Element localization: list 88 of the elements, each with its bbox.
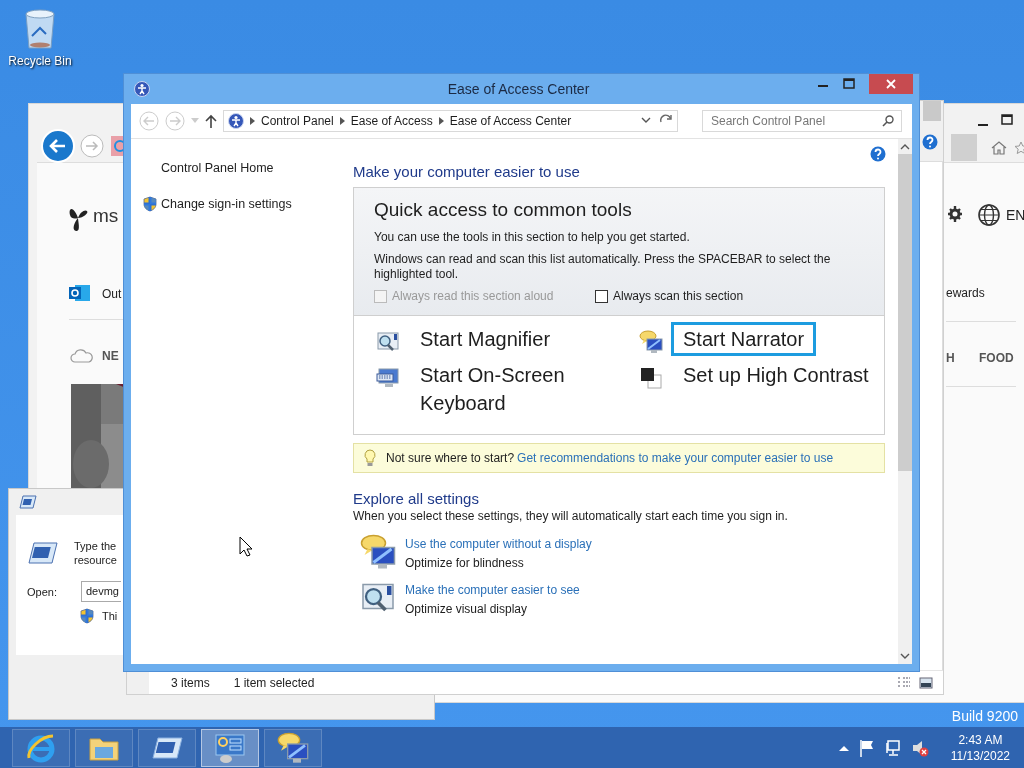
sidebar-link[interactable]: Control Panel Home	[161, 161, 274, 175]
site-logo: ms	[93, 205, 119, 227]
tool-link[interactable]: Start On-Screen Keyboard	[408, 358, 608, 420]
home-icon[interactable]	[991, 141, 1007, 155]
run-icon	[19, 495, 37, 509]
dropdown-icon[interactable]	[641, 117, 651, 125]
control-panel-icon	[214, 731, 246, 764]
shield-icon	[80, 608, 94, 624]
tool-link[interactable]: Start Magnifier	[408, 322, 563, 356]
sidebar-link[interactable]: Change sign-in settings	[161, 197, 292, 211]
tip-text: Not sure where to start?	[386, 451, 515, 465]
language-selector[interactable]: EN	[1006, 207, 1024, 223]
run-icon	[28, 542, 58, 564]
build-label: Build 9200	[951, 708, 1018, 724]
scroll-up-icon[interactable]	[900, 143, 910, 151]
globe-icon[interactable]	[978, 204, 1000, 226]
field-label: Open:	[27, 585, 57, 598]
taskbar-button[interactable]	[138, 728, 196, 767]
checkbox[interactable]	[595, 289, 608, 303]
clock[interactable]: 2:43 AM 11/13/2022	[950, 731, 1010, 764]
settings-link[interactable]: Make the computer easier to see	[405, 583, 580, 597]
body-text: When you select these settings, they will automatically start each time you sign in.	[353, 509, 789, 524]
settings-link[interactable]: Use the computer without a display	[405, 537, 592, 551]
setting-description: Optimize for blindness	[405, 556, 525, 570]
taskbar-button[interactable]	[12, 728, 70, 767]
news-tab[interactable]: NE	[102, 349, 119, 363]
chevron-icon	[438, 117, 444, 125]
status-text: 3 items	[171, 675, 210, 690]
speaker-muted-icon[interactable]	[910, 738, 929, 757]
run-icon	[151, 735, 183, 760]
caret-up-icon[interactable]	[838, 744, 849, 751]
narrator-icon	[639, 330, 663, 354]
help-icon[interactable]	[870, 146, 886, 162]
close-button[interactable]	[869, 74, 913, 94]
category-tab[interactable]: H	[946, 351, 955, 365]
network-icon[interactable]	[884, 738, 901, 757]
category-tab[interactable]: FOOD	[979, 351, 1014, 365]
back-button[interactable]	[41, 129, 75, 163]
keyboard-icon	[376, 366, 400, 390]
large-icons-view-icon[interactable]	[919, 675, 933, 690]
lightbulb-icon	[364, 449, 376, 467]
high-contrast-icon	[639, 366, 663, 390]
recycle-bin-icon[interactable]	[22, 6, 58, 50]
tool-link[interactable]: Set up High Contrast	[671, 358, 881, 392]
breadcrumb-item[interactable]: Ease of Access	[350, 114, 433, 128]
chevron-icon	[339, 117, 345, 125]
settings-icon[interactable]	[948, 206, 962, 222]
page-heading: Make your computer easier to use	[353, 162, 581, 182]
prompt-text: Type the resource	[74, 539, 117, 567]
taskbar-button[interactable]	[75, 728, 133, 767]
breadcrumb-item[interactable]: Control Panel	[261, 114, 334, 128]
star-icon[interactable]	[1014, 141, 1024, 155]
search-field[interactable]: Search Control Panel	[702, 110, 902, 132]
note-text: Thi	[102, 610, 118, 622]
section-title: Quick access to common tools	[374, 198, 633, 222]
flag-icon[interactable]	[858, 738, 875, 757]
cursor-icon	[239, 536, 252, 557]
body-text: Windows can read and scan this list automatically. Press the SPACEBAR to select the highlighted tool.	[374, 252, 832, 282]
app-icon	[134, 81, 150, 97]
open-field[interactable]: devmg	[80, 581, 121, 602]
chevron-icon	[250, 117, 255, 125]
help-icon[interactable]	[922, 134, 938, 150]
mail-app-icon	[69, 283, 91, 303]
nav-link[interactable]: ewards	[946, 286, 985, 300]
taskbar-button[interactable]	[201, 728, 259, 767]
control-panel-icon	[228, 113, 244, 129]
status-text: 1 item selected	[233, 675, 315, 690]
section-title: Explore all settings	[353, 489, 480, 509]
body-text: You can use the tools in this section to help you get started.	[374, 230, 691, 245]
narrator-icon	[360, 534, 396, 570]
shield-icon	[143, 196, 157, 212]
scrollbar-thumb[interactable]	[898, 154, 912, 471]
up-arrow-icon[interactable]	[205, 114, 217, 128]
taskbar-button[interactable]	[264, 728, 322, 767]
setting-description: Optimize visual display	[405, 602, 529, 616]
checkbox-label[interactable]: Always scan this section	[613, 289, 744, 303]
tool-link[interactable]: Start Narrator	[671, 322, 817, 356]
recommendations-link[interactable]: Get recommendations to make your computer easier to use	[517, 451, 834, 465]
nav-link[interactable]: Out	[102, 287, 122, 301]
close-icon	[886, 79, 896, 89]
window-title: Ease of Access Center	[446, 81, 591, 97]
maximize-icon[interactable]	[1001, 114, 1013, 126]
address-bar[interactable]: Control Panel Ease of Access Ease of Access Center	[223, 110, 678, 132]
arrow-left-icon	[49, 137, 67, 155]
narrator-icon	[277, 731, 309, 764]
breadcrumb-item[interactable]: Ease of Access Center	[449, 114, 572, 128]
scroll-down-icon[interactable]	[900, 652, 910, 660]
cloud-icon	[70, 347, 94, 363]
